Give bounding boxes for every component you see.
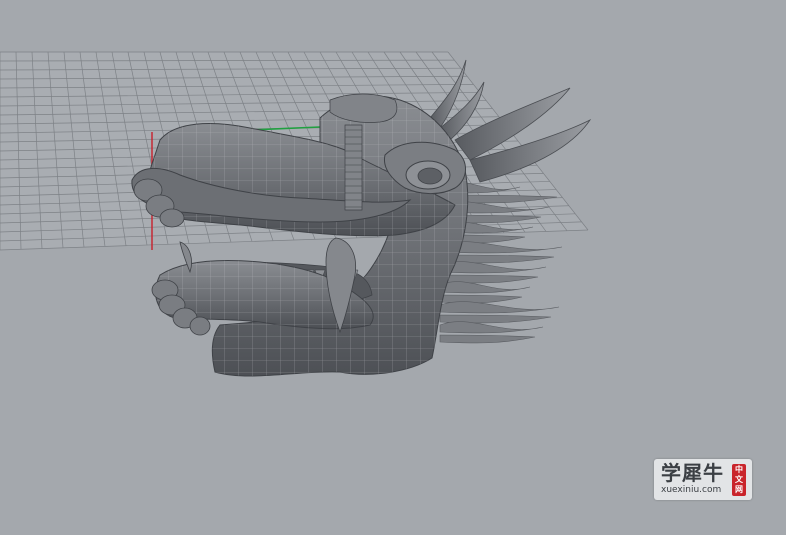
watermark-badge: 中 文 网 <box>732 464 746 496</box>
watermark-url-text: xuexiniu.com <box>661 485 722 495</box>
watermark-logo: 学犀牛 xuexiniu.com 中 文 网 <box>654 459 752 500</box>
hair-strand <box>439 294 523 304</box>
watermark-badge-char: 文 <box>735 475 743 484</box>
hair-strand <box>439 261 547 274</box>
hair-strand <box>439 281 531 294</box>
watermark-badge-char: 中 <box>735 465 743 474</box>
hair-strand <box>439 321 544 334</box>
hair-strand <box>439 301 560 314</box>
watermark-cn-text: 学犀牛 <box>661 461 724 485</box>
watermark-badge-char: 网 <box>735 485 743 494</box>
perspective-viewport[interactable] <box>0 0 786 535</box>
hair-strand <box>439 334 536 344</box>
